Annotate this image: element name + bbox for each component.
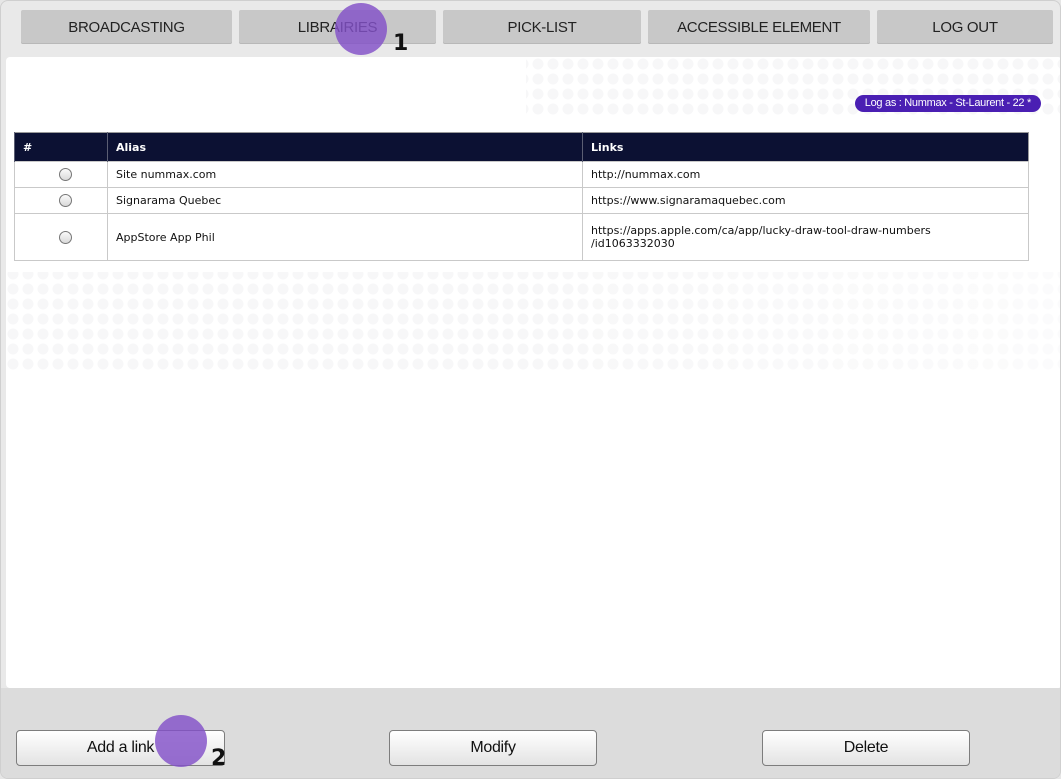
row-select-cell xyxy=(14,187,108,214)
tab-broadcasting[interactable]: BROADCASTING xyxy=(21,10,232,44)
radio-button-icon[interactable] xyxy=(58,230,72,244)
login-status-badge: Log as : Nummax - St-Laurent - 22 * xyxy=(854,95,1041,112)
step-marker-icon xyxy=(155,715,207,767)
column-header-alias: Alias xyxy=(107,132,583,162)
link-cell: https://apps.apple.com/ca/app/lucky-draw… xyxy=(582,213,1029,261)
column-header-links: Links xyxy=(582,132,1029,162)
step-marker-icon xyxy=(335,3,387,55)
alias-cell: Site nummax.com xyxy=(107,161,583,188)
top-nav: BROADCASTING LIBRAIRIES PICK-LIST ACCESS… xyxy=(1,1,1060,45)
alias-cell: Signarama Quebec xyxy=(107,187,583,214)
links-table: # Alias Links Site nummax.com http://num… xyxy=(14,132,1029,261)
tab-log-out[interactable]: LOG OUT xyxy=(877,10,1053,44)
modify-button[interactable]: Modify xyxy=(389,730,597,766)
column-header-number: # xyxy=(14,132,108,162)
radio-button-icon[interactable] xyxy=(58,168,72,181)
link-cell: http://nummax.com xyxy=(582,161,1029,188)
main-panel: Log as : Nummax - St-Laurent - 22 * # Al… xyxy=(6,57,1060,688)
tab-pick-list[interactable]: PICK-LIST xyxy=(443,10,641,44)
step-marker-number: 1 xyxy=(393,31,409,56)
delete-button[interactable]: Delete xyxy=(762,730,970,766)
alias-cell: AppStore App Phil xyxy=(107,213,583,261)
step-marker-number: 2 xyxy=(211,746,227,771)
link-cell: https://www.signaramaquebec.com xyxy=(582,187,1029,214)
link-text-line: https://apps.apple.com/ca/app/lucky-draw… xyxy=(591,224,931,237)
table-row[interactable]: Site nummax.com http://nummax.com xyxy=(14,161,1029,188)
link-text-continuation: /id1063332030 xyxy=(591,237,675,250)
row-select-cell xyxy=(14,213,108,261)
tab-accessible-element[interactable]: ACCESSIBLE ELEMENT xyxy=(648,10,870,44)
row-select-cell xyxy=(14,161,108,188)
table-header-row: # Alias Links xyxy=(14,132,1029,162)
table-row[interactable]: Signarama Quebec https://www.signaramaqu… xyxy=(14,187,1029,214)
table-row[interactable]: AppStore App Phil https://apps.apple.com… xyxy=(14,213,1029,261)
app-window: BROADCASTING LIBRAIRIES PICK-LIST ACCESS… xyxy=(0,0,1061,779)
radio-button-icon[interactable] xyxy=(58,194,72,207)
